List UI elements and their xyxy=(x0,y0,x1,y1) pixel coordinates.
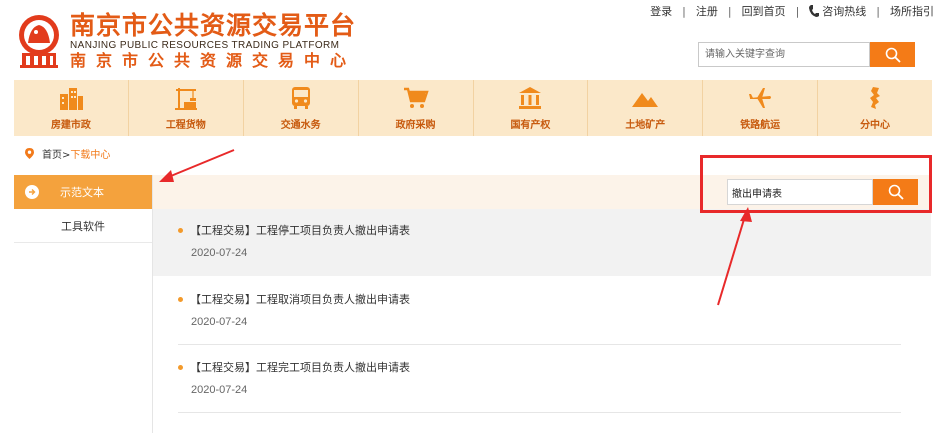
nav-item-procurement[interactable]: 政府采购 xyxy=(359,80,474,136)
list-item-title[interactable]: 【工程交易】工程停工项目负责人撤出申请表 xyxy=(178,222,410,238)
nav-item-land-mineral[interactable]: 土地矿产 xyxy=(588,80,704,136)
nav-label: 国有产权 xyxy=(510,119,551,131)
annotation-highlight-box xyxy=(700,155,932,213)
list-item-title-text: 【工程交易】工程取消项目负责人撤出申请表 xyxy=(190,293,410,306)
divider: | xyxy=(876,4,880,18)
phone-icon xyxy=(809,5,820,17)
bus-icon xyxy=(291,86,310,109)
list-item[interactable]: 【工程交易】工程取消项目负责人撤出申请表 2020-07-24 xyxy=(153,278,931,345)
sidebar: 示范文本 工具软件 xyxy=(14,175,162,433)
nav-label: 土地矿产 xyxy=(625,119,666,131)
breadcrumb: 首页> 下载中心 xyxy=(25,146,110,161)
nav-label: 分中心 xyxy=(860,119,891,131)
logo-text: 南京市公共资源交易平台 NANJING PUBLIC RESOURCES TRA… xyxy=(70,12,356,71)
guide-link[interactable]: 场所指引 xyxy=(890,3,934,19)
divider: | xyxy=(682,4,686,18)
site-header: 南京市公共资源交易平台 NANJING PUBLIC RESOURCES TRA… xyxy=(0,0,944,84)
main-nav: 房建市政 工程货物 交通水务 政府采购 国有产权 土地矿产 铁路航运 分中心 xyxy=(14,80,932,136)
nav-item-engineering[interactable]: 工程货物 xyxy=(129,80,244,136)
register-link[interactable]: 注册 xyxy=(696,3,718,19)
building-icon xyxy=(59,87,83,110)
sidebar-item-template-docs[interactable]: 示范文本 xyxy=(14,175,162,209)
bullet-dot xyxy=(178,364,183,370)
mountain-icon xyxy=(632,92,659,107)
nav-label: 交通水务 xyxy=(280,119,321,131)
list-item-title[interactable]: 【工程交易】工程完工项目负责人撤出申请表 xyxy=(178,359,410,375)
logo-title-cn: 南京市公共资源交易平台 xyxy=(70,11,357,40)
list-item-date: 2020-07-24 xyxy=(191,247,248,259)
list-item-title-text: 【工程交易】工程停工项目负责人撤出申请表 xyxy=(190,224,410,237)
map-icon xyxy=(870,86,881,109)
divider xyxy=(178,344,901,345)
breadcrumb-current: 下载中心 xyxy=(70,150,111,161)
list-item[interactable]: 【工程交易】工程停工项目负责人撤出申请表 2020-07-24 xyxy=(153,209,931,276)
header-search xyxy=(698,42,915,67)
login-link[interactable]: 登录 xyxy=(650,3,672,19)
list-item-date: 2020-07-24 xyxy=(191,316,248,328)
nav-item-state-property[interactable]: 国有产权 xyxy=(474,80,589,136)
divider: | xyxy=(727,4,732,18)
divider: | xyxy=(795,4,800,18)
hotline-link[interactable]: 咨询热线 xyxy=(822,3,866,19)
list-item-title[interactable]: 【工程交易】工程取消项目负责人撤出申请表 xyxy=(178,291,410,307)
nav-label: 房建市政 xyxy=(50,119,91,131)
nav-item-rail-shipping[interactable]: 铁路航运 xyxy=(703,80,819,136)
site-logo[interactable]: 南京市公共资源交易平台 NANJING PUBLIC RESOURCES TRA… xyxy=(14,12,356,71)
crane-icon xyxy=(174,87,197,110)
header-search-button[interactable] xyxy=(870,42,915,67)
breadcrumb-home-link[interactable]: 首页> xyxy=(42,146,70,161)
sidebar-item-tools[interactable]: 工具软件 xyxy=(14,209,152,243)
cart-icon xyxy=(403,87,429,108)
list-item-title-text: 【工程交易】工程完工项目负责人撤出申请表 xyxy=(190,361,410,374)
location-pin-icon xyxy=(25,148,34,159)
bullet-dot xyxy=(178,227,183,233)
plane-icon xyxy=(749,87,772,108)
nav-item-housing[interactable]: 房建市政 xyxy=(14,80,129,136)
bullet-dot xyxy=(178,296,183,302)
arrow-right-circle-icon xyxy=(25,185,39,199)
top-links: 登录 | 注册 | 回到首页 | 咨询热线 | 场所指引 xyxy=(650,3,934,19)
divider xyxy=(178,412,901,413)
list-item-date: 2020-07-24 xyxy=(191,384,248,396)
header-search-input[interactable] xyxy=(698,42,870,67)
search-icon xyxy=(885,47,901,63)
logo-subtitle-cn: 南京市公共资源交易中心 xyxy=(70,51,357,70)
bank-icon xyxy=(519,86,542,109)
nav-item-transport[interactable]: 交通水务 xyxy=(244,80,359,136)
home-link[interactable]: 回到首页 xyxy=(742,3,786,19)
list-item[interactable]: 【工程交易】工程完工项目负责人撤出申请表 2020-07-24 xyxy=(153,346,931,413)
nav-label: 政府采购 xyxy=(395,119,436,131)
city-emblem-icon xyxy=(19,14,59,68)
nav-item-sub-center[interactable]: 分中心 xyxy=(818,80,932,136)
logo-title-en: NANJING PUBLIC RESOURCES TRADING PLATFOR… xyxy=(70,40,340,51)
nav-label: 工程货物 xyxy=(165,119,206,131)
nav-label: 铁路航运 xyxy=(740,119,781,131)
sidebar-item-label: 示范文本 xyxy=(60,186,104,199)
